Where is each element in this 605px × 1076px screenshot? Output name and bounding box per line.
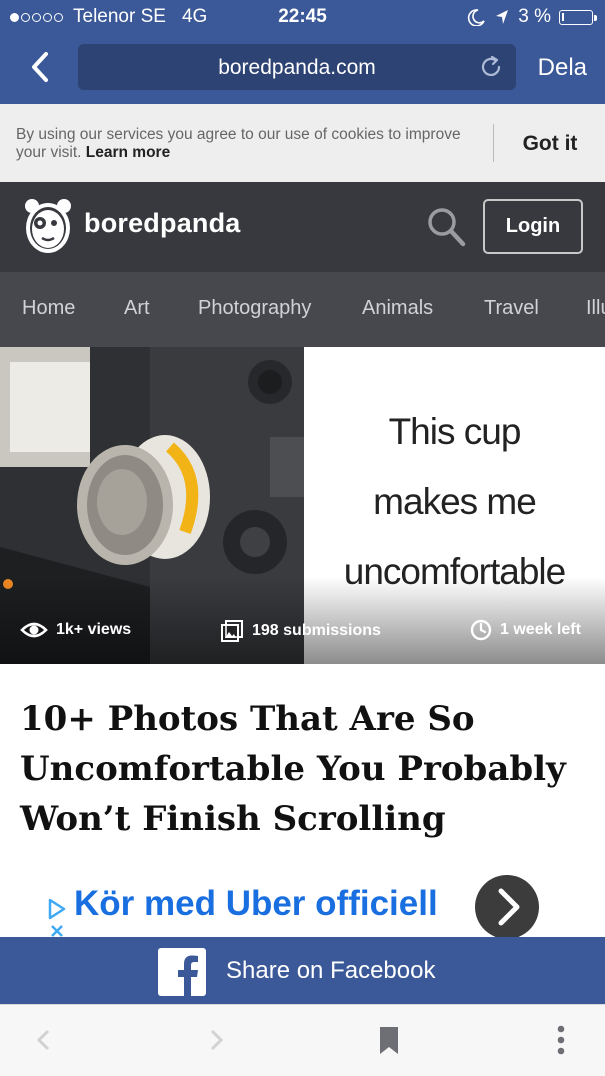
- nav-item-animals[interactable]: Animals: [362, 297, 433, 320]
- learn-more-link[interactable]: Learn more: [86, 144, 170, 161]
- address-bar[interactable]: boredpanda.com: [78, 44, 516, 90]
- status-right: 3 %: [466, 6, 597, 28]
- ad-choices-icon[interactable]: [46, 898, 68, 938]
- eye-icon: [20, 622, 48, 638]
- moon-icon: [468, 9, 485, 26]
- forward-arrow-icon[interactable]: [200, 1025, 230, 1055]
- caption-line-2: makes me: [373, 481, 537, 522]
- site-header: boredpanda Login: [0, 182, 605, 272]
- nav-item-home[interactable]: Home: [22, 297, 75, 320]
- battery-percent: 3 %: [518, 6, 551, 27]
- cookie-divider: [493, 124, 494, 162]
- location-arrow-icon: [496, 10, 509, 24]
- cookie-message: By using our services you agree to our u…: [16, 126, 476, 162]
- more-icon[interactable]: [546, 1025, 576, 1055]
- ad-open-button[interactable]: [475, 875, 539, 939]
- nav-item-photography[interactable]: Photography: [198, 297, 311, 320]
- reload-icon[interactable]: [478, 54, 504, 80]
- brand-name[interactable]: boredpanda: [84, 208, 241, 239]
- facebook-icon: [158, 948, 206, 996]
- nav-item-travel[interactable]: Travel: [484, 297, 539, 320]
- nav-item-art[interactable]: Art: [124, 297, 150, 320]
- ad-headline[interactable]: Kör med Uber officiell: [74, 884, 438, 924]
- submissions-stat: 198 submissions: [220, 619, 381, 643]
- submissions-count: 198 submissions: [252, 622, 381, 639]
- facebook-share-bar[interactable]: Share on Facebook: [0, 937, 605, 1004]
- status-bar: Telenor SE 4G 22:45 3 %: [0, 0, 605, 34]
- panda-logo-icon[interactable]: [22, 196, 74, 256]
- browser-chrome: Telenor SE 4G 22:45 3 % boredpanda.com D…: [0, 0, 605, 104]
- cookie-banner: By using our services you agree to our u…: [0, 104, 605, 182]
- clock-icon: [470, 619, 492, 641]
- search-icon[interactable]: [426, 206, 466, 248]
- gallery-icon: [221, 620, 243, 642]
- cookie-text: By using our services you agree to our u…: [16, 126, 461, 161]
- views-count: 1k+ views: [56, 621, 132, 638]
- chevron-right-icon: [498, 888, 520, 926]
- login-button[interactable]: Login: [483, 199, 583, 254]
- time-left-text: 1 week left: [500, 621, 581, 638]
- address-text[interactable]: boredpanda.com: [78, 56, 516, 80]
- back-chevron-icon[interactable]: [26, 50, 56, 84]
- share-on-facebook-label: Share on Facebook: [226, 957, 436, 984]
- caption-line-1: This cup: [388, 411, 522, 452]
- category-nav: Home Art Photography Animals Travel Illu: [0, 272, 605, 347]
- battery-icon: [559, 9, 597, 25]
- back-arrow-icon[interactable]: [30, 1025, 60, 1055]
- views-stat: 1k+ views: [20, 619, 131, 641]
- share-button[interactable]: Dela: [538, 54, 587, 82]
- browser-toolbar: [0, 1004, 605, 1076]
- time-left-stat: 1 week left: [470, 619, 581, 641]
- article-title[interactable]: 10+ Photos That Are So Uncomfortable You…: [20, 694, 590, 844]
- hero-image[interactable]: This cup makes me uncomfortable: [0, 347, 605, 664]
- bookmark-icon[interactable]: [374, 1025, 404, 1055]
- nav-item-illustration[interactable]: Illu: [586, 297, 605, 320]
- got-it-button[interactable]: Got it: [508, 132, 592, 156]
